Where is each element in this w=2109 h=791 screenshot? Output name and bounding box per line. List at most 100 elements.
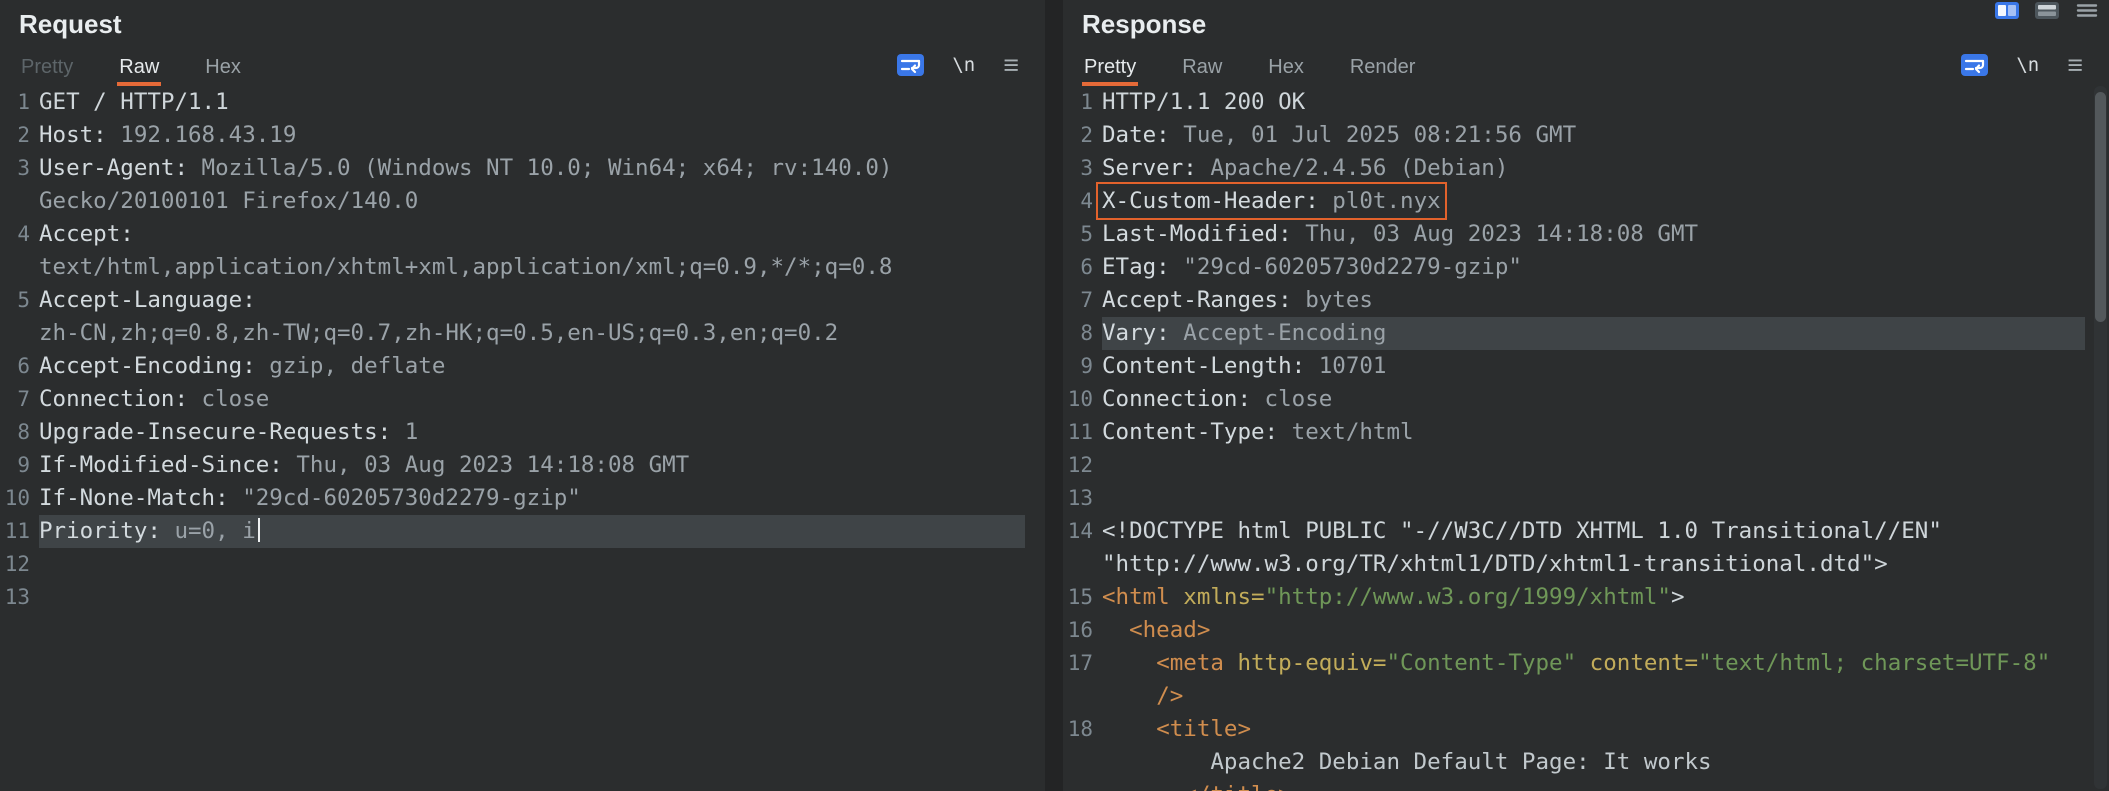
line-content[interactable]: <meta http-equiv="Content-Type" content=… — [1102, 647, 2085, 680]
line-content[interactable]: Content-Length: 10701 — [1102, 350, 2085, 383]
line-content[interactable]: Accept-Encoding: gzip, deflate — [39, 350, 1025, 383]
line-content[interactable]: text/html,application/xhtml+xml,applicat… — [39, 251, 1025, 284]
editor-line[interactable]: 15<html xmlns="http://www.w3.org/1999/xh… — [1063, 581, 2085, 614]
line-content[interactable]: /> — [1102, 680, 2085, 713]
editor-menu-icon[interactable]: ≡ — [1003, 55, 1019, 75]
line-content[interactable] — [39, 581, 1025, 614]
editor-line[interactable]: 4Accept: — [0, 218, 1025, 251]
line-content[interactable]: X-Custom-Header: pl0t.nyx — [1102, 185, 2085, 218]
editor-line[interactable]: 5Last-Modified: Thu, 03 Aug 2023 14:18:0… — [1063, 218, 2085, 251]
editor-line[interactable]: "http://www.w3.org/TR/xhtml1/DTD/xhtml1-… — [1063, 548, 2085, 581]
editor-line[interactable]: 4X-Custom-Header: pl0t.nyx — [1063, 185, 2085, 218]
editor-line[interactable]: 13 — [1063, 482, 2085, 515]
editor-line[interactable]: 8Vary: Accept-Encoding — [1063, 317, 2085, 350]
line-content[interactable]: </title> — [1102, 779, 2085, 791]
line-content[interactable]: Vary: Accept-Encoding — [1102, 317, 2085, 350]
line-content[interactable] — [1102, 449, 2085, 482]
line-content[interactable]: Connection: close — [1102, 383, 2085, 416]
editor-line[interactable]: 18 <title> — [1063, 713, 2085, 746]
line-number — [1063, 779, 1093, 791]
view-side-by-side-icon[interactable] — [1995, 2, 2019, 19]
line-content[interactable]: User-Agent: Mozilla/5.0 (Windows NT 10.0… — [39, 152, 1025, 185]
line-content[interactable]: HTTP/1.1 200 OK — [1102, 86, 2085, 119]
word-wrap-icon[interactable] — [1961, 54, 1988, 76]
editor-line[interactable]: 2Date: Tue, 01 Jul 2025 08:21:56 GMT — [1063, 119, 2085, 152]
editor-line[interactable]: 12 — [0, 548, 1025, 581]
line-content[interactable]: Content-Type: text/html — [1102, 416, 2085, 449]
line-content[interactable]: Host: 192.168.43.19 — [39, 119, 1025, 152]
line-content[interactable]: Priority: u=0, i — [39, 515, 1025, 548]
line-content[interactable]: Date: Tue, 01 Jul 2025 08:21:56 GMT — [1102, 119, 2085, 152]
editor-line[interactable]: </title> — [1063, 779, 2085, 791]
editor-line[interactable]: 11Content-Type: text/html — [1063, 416, 2085, 449]
response-tab-render[interactable]: Render — [1348, 48, 1418, 86]
editor-line[interactable]: 6ETag: "29cd-60205730d2279-gzip" — [1063, 251, 2085, 284]
line-content[interactable]: Accept-Language: — [39, 284, 1025, 317]
editor-line[interactable]: 3User-Agent: Mozilla/5.0 (Windows NT 10.… — [0, 152, 1025, 185]
editor-line[interactable]: 3Server: Apache/2.4.56 (Debian) — [1063, 152, 2085, 185]
view-menu-icon[interactable] — [2075, 2, 2099, 19]
editor-line[interactable]: Gecko/20100101 Firefox/140.0 — [0, 185, 1025, 218]
line-content[interactable]: ETag: "29cd-60205730d2279-gzip" — [1102, 251, 2085, 284]
editor-line[interactable]: Apache2 Debian Default Page: It works — [1063, 746, 2085, 779]
editor-line[interactable]: 5Accept-Language: — [0, 284, 1025, 317]
view-top-bottom-icon[interactable] — [2035, 2, 2059, 19]
line-content[interactable]: Connection: close — [39, 383, 1025, 416]
editor-line[interactable]: 16 <head> — [1063, 614, 2085, 647]
editor-line[interactable]: 17 <meta http-equiv="Content-Type" conte… — [1063, 647, 2085, 680]
editor-line[interactable]: 12 — [1063, 449, 2085, 482]
line-content[interactable]: <!DOCTYPE html PUBLIC "-//W3C//DTD XHTML… — [1102, 515, 2085, 548]
response-scrollbar[interactable] — [2094, 86, 2107, 789]
response-editor[interactable]: 1HTTP/1.1 200 OK2Date: Tue, 01 Jul 2025 … — [1063, 86, 2109, 791]
line-content[interactable]: Upgrade-Insecure-Requests: 1 — [39, 416, 1025, 449]
editor-line[interactable]: 11Priority: u=0, i — [0, 515, 1025, 548]
editor-line[interactable]: 2Host: 192.168.43.19 — [0, 119, 1025, 152]
line-number — [0, 185, 30, 218]
line-content[interactable]: Last-Modified: Thu, 03 Aug 2023 14:18:08… — [1102, 218, 2085, 251]
line-content[interactable]: Accept: — [39, 218, 1025, 251]
request-tab-raw[interactable]: Raw — [117, 48, 161, 86]
editor-menu-icon[interactable]: ≡ — [2067, 55, 2083, 75]
line-content[interactable]: <html xmlns="http://www.w3.org/1999/xhtm… — [1102, 581, 2085, 614]
editor-line[interactable]: 1GET / HTTP/1.1 — [0, 86, 1025, 119]
line-content[interactable]: <title> — [1102, 713, 2085, 746]
word-wrap-icon[interactable] — [897, 54, 924, 76]
editor-line[interactable]: 14<!DOCTYPE html PUBLIC "-//W3C//DTD XHT… — [1063, 515, 2085, 548]
editor-line[interactable]: 13 — [0, 581, 1025, 614]
line-content[interactable]: Accept-Ranges: bytes — [1102, 284, 2085, 317]
response-tab-raw[interactable]: Raw — [1180, 48, 1224, 86]
editor-line[interactable]: 9If-Modified-Since: Thu, 03 Aug 2023 14:… — [0, 449, 1025, 482]
request-editor[interactable]: 1GET / HTTP/1.12Host: 192.168.43.193User… — [0, 86, 1045, 791]
editor-line[interactable]: 10If-None-Match: "29cd-60205730d2279-gzi… — [0, 482, 1025, 515]
response-tab-hex[interactable]: Hex — [1266, 48, 1306, 86]
editor-line[interactable]: /> — [1063, 680, 2085, 713]
editor-line[interactable]: 7Connection: close — [0, 383, 1025, 416]
newline-visibility-toggle[interactable]: \n — [2016, 54, 2039, 76]
line-content[interactable]: <head> — [1102, 614, 2085, 647]
line-content[interactable]: Server: Apache/2.4.56 (Debian) — [1102, 152, 2085, 185]
scrollbar-thumb[interactable] — [2095, 92, 2106, 322]
line-content[interactable] — [1102, 482, 2085, 515]
newline-visibility-toggle[interactable]: \n — [952, 54, 975, 76]
line-content[interactable]: "http://www.w3.org/TR/xhtml1/DTD/xhtml1-… — [1102, 548, 2085, 581]
line-content[interactable]: Gecko/20100101 Firefox/140.0 — [39, 185, 1025, 218]
request-tab-pretty[interactable]: Pretty — [19, 48, 75, 86]
editor-line[interactable]: 7Accept-Ranges: bytes — [1063, 284, 2085, 317]
request-tab-hex[interactable]: Hex — [203, 48, 243, 86]
editor-line[interactable]: text/html,application/xhtml+xml,applicat… — [0, 251, 1025, 284]
panel-divider[interactable] — [1045, 0, 1063, 791]
line-content[interactable]: Apache2 Debian Default Page: It works — [1102, 746, 2085, 779]
line-content[interactable]: zh-CN,zh;q=0.8,zh-TW;q=0.7,zh-HK;q=0.5,e… — [39, 317, 1025, 350]
editor-line[interactable]: zh-CN,zh;q=0.8,zh-TW;q=0.7,zh-HK;q=0.5,e… — [0, 317, 1025, 350]
editor-line[interactable]: 1HTTP/1.1 200 OK — [1063, 86, 2085, 119]
line-content[interactable]: GET / HTTP/1.1 — [39, 86, 1025, 119]
request-tabs: Pretty Raw Hex — [19, 48, 243, 86]
line-content[interactable]: If-None-Match: "29cd-60205730d2279-gzip" — [39, 482, 1025, 515]
line-content[interactable] — [39, 548, 1025, 581]
editor-line[interactable]: 6Accept-Encoding: gzip, deflate — [0, 350, 1025, 383]
response-tab-pretty[interactable]: Pretty — [1082, 48, 1138, 86]
editor-line[interactable]: 8Upgrade-Insecure-Requests: 1 — [0, 416, 1025, 449]
editor-line[interactable]: 9Content-Length: 10701 — [1063, 350, 2085, 383]
line-content[interactable]: If-Modified-Since: Thu, 03 Aug 2023 14:1… — [39, 449, 1025, 482]
editor-line[interactable]: 10Connection: close — [1063, 383, 2085, 416]
